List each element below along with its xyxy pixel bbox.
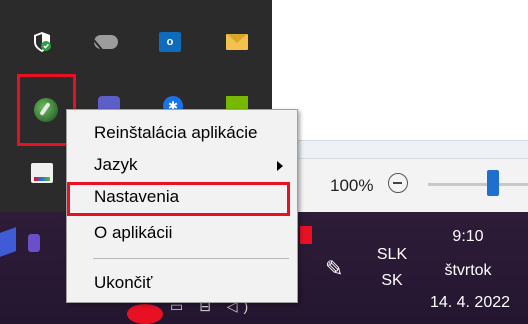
pen-icon[interactable]: ✎ (325, 256, 343, 282)
windows-security-shield-icon[interactable] (29, 29, 55, 55)
submenu-arrow-icon (277, 161, 283, 171)
outlook-icon[interactable]: o (157, 29, 183, 55)
input-language[interactable]: SLK (372, 246, 412, 264)
shield-icon (34, 32, 51, 52)
mail-icon[interactable] (224, 29, 250, 55)
onedrive-cloud-icon[interactable] (93, 29, 119, 55)
envelope-icon (226, 34, 248, 50)
keyboard-layout[interactable]: SK (372, 272, 412, 290)
menu-item-reinstall[interactable]: Reinštalácia aplikácie (67, 118, 297, 148)
menu-item-label: Jazyk (94, 155, 138, 174)
menu-item-about[interactable]: O aplikácii (67, 218, 297, 248)
outlook-logo-icon: o (159, 32, 181, 52)
settings-highlight-box (67, 182, 290, 216)
zoom-slider-thumb[interactable] (487, 170, 499, 196)
zoom-out-button[interactable] (388, 173, 408, 193)
cloud-icon (94, 35, 118, 49)
taskbar-app-icon[interactable] (300, 226, 312, 244)
printer-icon[interactable] (29, 160, 55, 186)
menu-separator (93, 258, 289, 259)
taskbar-app-indicator[interactable] (127, 304, 163, 324)
clock-date[interactable]: 14. 4. 2022 (420, 294, 520, 312)
menu-item-language[interactable]: Jazyk (67, 150, 297, 180)
zoom-slider-track[interactable] (428, 183, 528, 186)
zoom-percentage: 100% (330, 176, 374, 195)
menu-item-label: Ukončiť (94, 273, 153, 292)
menu-item-label: O aplikácii (94, 223, 173, 242)
app-toolbar-strip (272, 140, 528, 159)
clock-day[interactable]: štvrtok (418, 262, 518, 280)
printer-logo-icon (31, 163, 53, 183)
menu-item-label: Reinštalácia aplikácie (94, 123, 258, 142)
clock-time[interactable]: 9:10 (418, 228, 518, 246)
menu-item-exit[interactable]: Ukončiť (67, 268, 297, 298)
taskbar-app-icon[interactable] (28, 234, 40, 252)
